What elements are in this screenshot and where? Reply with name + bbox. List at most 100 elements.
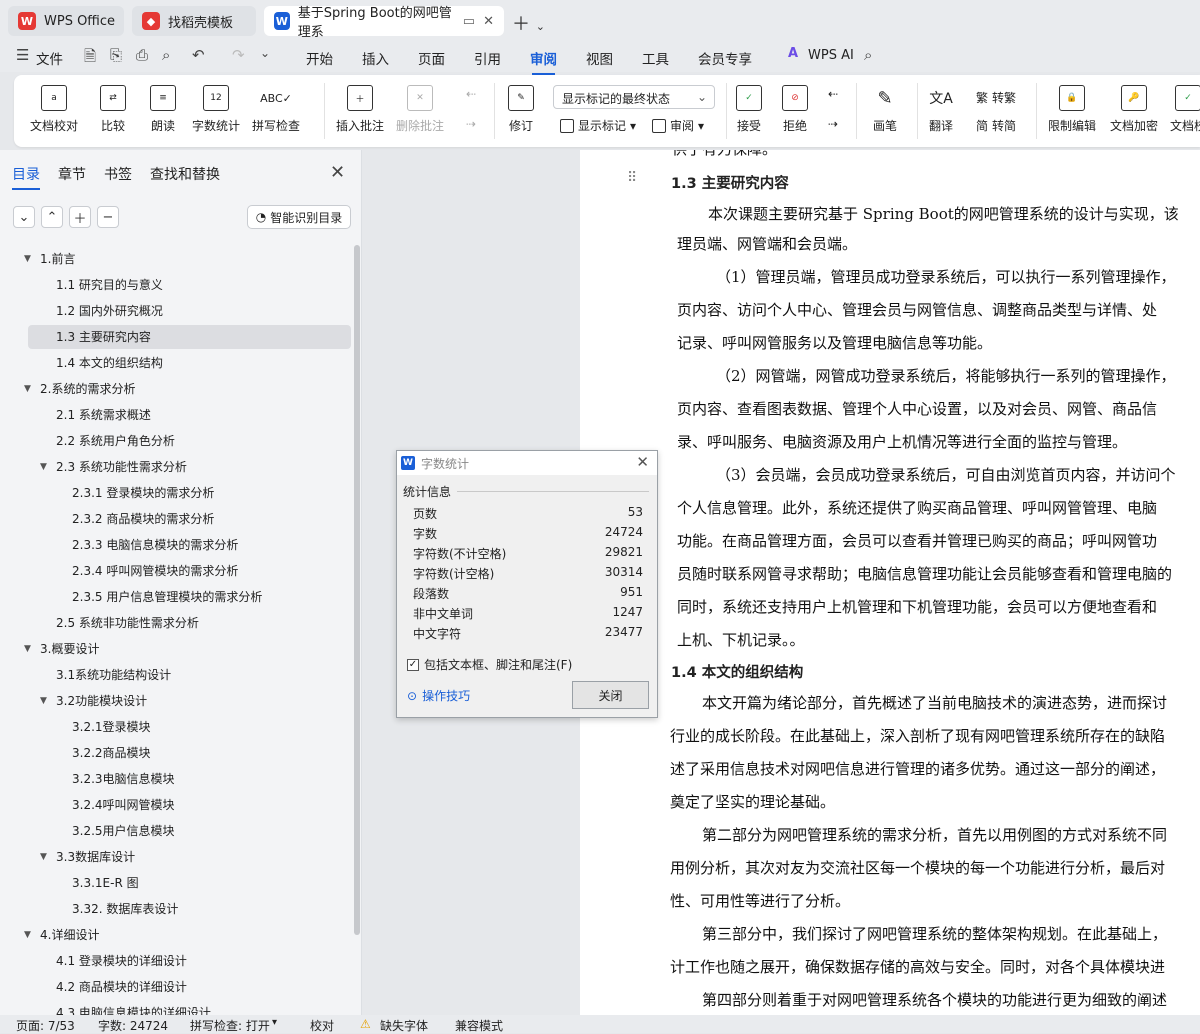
toc-item[interactable]: 3.2.2商品模块 — [0, 741, 350, 765]
toc-item[interactable]: 3.2.1登录模块 — [0, 715, 350, 739]
review-pane-button[interactable]: 审阅 ▾ — [652, 117, 704, 134]
word-count-button[interactable]: 12 字数统计 — [192, 85, 240, 134]
menu-view[interactable]: 视图 — [586, 48, 613, 68]
reject-button[interactable]: ⊘ 拒绝 — [782, 85, 808, 134]
tips-link[interactable]: ⊙ 操作技巧 — [407, 687, 470, 704]
toc-item[interactable]: 3.32. 数据库表设计 — [0, 897, 350, 921]
toc-item[interactable]: ▼ 2.系统的需求分析 — [0, 377, 350, 401]
close-button[interactable]: 关闭 — [572, 681, 649, 709]
next-comment-icon[interactable]: ⇢ — [466, 117, 476, 131]
menu-page[interactable]: 页面 — [418, 48, 445, 68]
delete-comment-button[interactable]: ✕ 删除批注 — [396, 85, 444, 134]
toc-item[interactable]: ▼ 3.2功能模块设计 — [0, 689, 350, 713]
doc-check-button[interactable]: a 文档校对 — [30, 85, 78, 134]
insert-comment-button[interactable]: ＋插入批注 — [336, 85, 384, 134]
doc-cut-button[interactable]: ✓文档校 — [1170, 85, 1200, 134]
read-aloud-button[interactable]: ≡ 朗读 — [150, 85, 176, 134]
word-count-indicator[interactable]: 字数: 24724 — [98, 1017, 168, 1034]
chevron-down-icon[interactable]: ⌄ — [260, 46, 270, 60]
toc-item[interactable]: ▼ 2.3 系统功能性需求分析 — [0, 455, 350, 479]
toc-item[interactable]: 1.3 主要研究内容 — [28, 325, 351, 349]
pen-button[interactable]: ✎ 画笔 — [872, 85, 898, 134]
toc-item[interactable]: 2.3.3 电脑信息模块的需求分析 — [0, 533, 350, 557]
nav-tab-find-replace[interactable]: 查找和替换 — [150, 164, 220, 184]
next-change-icon[interactable]: ⇢ — [828, 117, 838, 131]
tab-document[interactable]: W 基于Spring Boot的网吧管理系 ▭ ✕ — [264, 6, 504, 40]
toc-item[interactable]: 4.1 登录模块的详细设计 — [0, 949, 350, 973]
drag-handle-icon[interactable]: ⠿ — [627, 170, 637, 186]
toc-item[interactable]: 1.2 国内外研究概况 — [0, 299, 350, 323]
revise-button[interactable]: ✎ 修订 — [508, 85, 534, 134]
menu-file[interactable]: 文件 — [36, 48, 63, 68]
menu-member[interactable]: 会员专享 — [698, 48, 752, 68]
new-tab-button[interactable]: ＋ ⌄ — [512, 10, 545, 36]
hamburger-icon[interactable]: ☰ — [16, 46, 29, 64]
close-icon[interactable]: ✕ — [636, 453, 649, 471]
toc-item[interactable]: 2.5 系统非功能性需求分析 — [0, 611, 350, 635]
toc-item[interactable]: ▼ 3.3数据库设计 — [0, 845, 350, 869]
page-indicator[interactable]: 页面: 7/53 — [16, 1017, 75, 1034]
expand-triangle-icon[interactable]: ▼ — [24, 247, 31, 271]
collapse-all-button[interactable]: ⌄ — [13, 206, 35, 228]
toc-item[interactable]: 3.3.1E-R 图 — [0, 871, 350, 895]
toc-item[interactable]: 2.2 系统用户角色分析 — [0, 429, 350, 453]
tab-template[interactable]: ◆ 找稻壳模板 — [132, 6, 256, 36]
restrict-edit-button[interactable]: 🔒 限制编辑 — [1048, 85, 1096, 134]
include-textbox-checkbox[interactable]: ✓ 包括文本框、脚注和尾注(F) — [407, 656, 572, 673]
expand-button[interactable]: ⌃ — [41, 206, 63, 228]
prev-comment-icon[interactable]: ⇠ — [466, 87, 476, 101]
toc-item[interactable]: 2.3.1 登录模块的需求分析 — [0, 481, 350, 505]
toc-item[interactable]: 2.3.4 呼叫网管模块的需求分析 — [0, 559, 350, 583]
to-simplified-button[interactable]: 简转简 — [976, 117, 1016, 134]
menu-review[interactable]: 审阅 — [530, 48, 557, 75]
prev-change-icon[interactable]: ⇠ — [828, 87, 838, 101]
toc-item[interactable]: 3.1系统功能结构设计 — [0, 663, 350, 687]
missing-font-indicator[interactable]: 缺失字体 — [380, 1017, 428, 1034]
smart-toc-button[interactable]: ◔ 智能识别目录 — [247, 205, 351, 229]
expand-triangle-icon[interactable]: ▼ — [40, 455, 47, 479]
expand-triangle-icon[interactable]: ▼ — [24, 637, 31, 661]
expand-triangle-icon[interactable]: ▼ — [40, 845, 47, 869]
toc-item[interactable]: 1.4 本文的组织结构 — [0, 351, 350, 375]
search-icon[interactable]: ⌕ — [864, 46, 872, 64]
expand-triangle-icon[interactable]: ▼ — [24, 923, 31, 947]
toc-item[interactable]: 2.3.2 商品模块的需求分析 — [0, 507, 350, 531]
dialog-titlebar[interactable]: W 字数统计 ✕ — [397, 451, 657, 475]
menu-insert[interactable]: 插入 — [362, 48, 389, 68]
nav-tab-sections[interactable]: 章节 — [58, 164, 86, 184]
close-icon[interactable]: ✕ — [483, 14, 494, 29]
spell-check-indicator[interactable]: 拼写检查: 打开 — [190, 1017, 270, 1034]
wps-ai-icon[interactable]: A — [788, 46, 798, 61]
toc-item[interactable]: 3.2.3电脑信息模块 — [0, 767, 350, 791]
scrollbar[interactable] — [354, 245, 360, 935]
tab-wps-office[interactable]: W WPS Office — [8, 6, 124, 36]
menu-tools[interactable]: 工具 — [642, 48, 669, 68]
to-traditional-button[interactable]: 繁转繁 — [976, 89, 1016, 106]
spell-check-button[interactable]: ABC✓ 拼写检查 — [252, 85, 300, 134]
toc-item[interactable]: ▼ 3.概要设计 — [0, 637, 350, 661]
toc-item[interactable]: 3.2.4呼叫网管模块 — [0, 793, 350, 817]
menu-wps-ai[interactable]: WPS AI — [808, 48, 854, 63]
toc-item[interactable]: 2.1 系统需求概述 — [0, 403, 350, 427]
menu-start[interactable]: 开始 — [306, 48, 333, 68]
print-preview-icon[interactable]: ⌕ — [162, 46, 170, 64]
redo-icon[interactable]: ↷ — [232, 46, 245, 64]
close-icon[interactable]: ✕ — [330, 162, 345, 183]
undo-icon[interactable]: ↶ — [192, 46, 205, 64]
expand-triangle-icon[interactable]: ▼ — [40, 689, 47, 713]
toc-item[interactable]: ▼ 1.前言 — [0, 247, 350, 271]
toc-item[interactable]: 2.3.5 用户信息管理模块的需求分析 — [0, 585, 350, 609]
proof-indicator[interactable]: 校对 — [310, 1017, 334, 1034]
translate-button[interactable]: 文A 翻译 — [928, 85, 954, 134]
remove-heading-button[interactable]: − — [97, 206, 119, 228]
menu-reference[interactable]: 引用 — [474, 48, 501, 68]
print-icon[interactable]: ⎙ — [136, 46, 148, 64]
accept-button[interactable]: ✓ 接受 — [736, 85, 762, 134]
toc-item[interactable]: 3.2.5用户信息模块 — [0, 819, 350, 843]
compare-button[interactable]: ⇄ 比较 — [100, 85, 126, 134]
show-markup-button[interactable]: 显示标记 ▾ — [560, 117, 636, 134]
markup-state-select[interactable]: 显示标记的最终状态 ⌄ — [553, 85, 715, 109]
toc-item[interactable]: 1.1 研究目的与意义 — [0, 273, 350, 297]
export-icon[interactable]: ⎘ — [110, 46, 122, 64]
toc-item[interactable]: 4.2 商品模块的详细设计 — [0, 975, 350, 999]
